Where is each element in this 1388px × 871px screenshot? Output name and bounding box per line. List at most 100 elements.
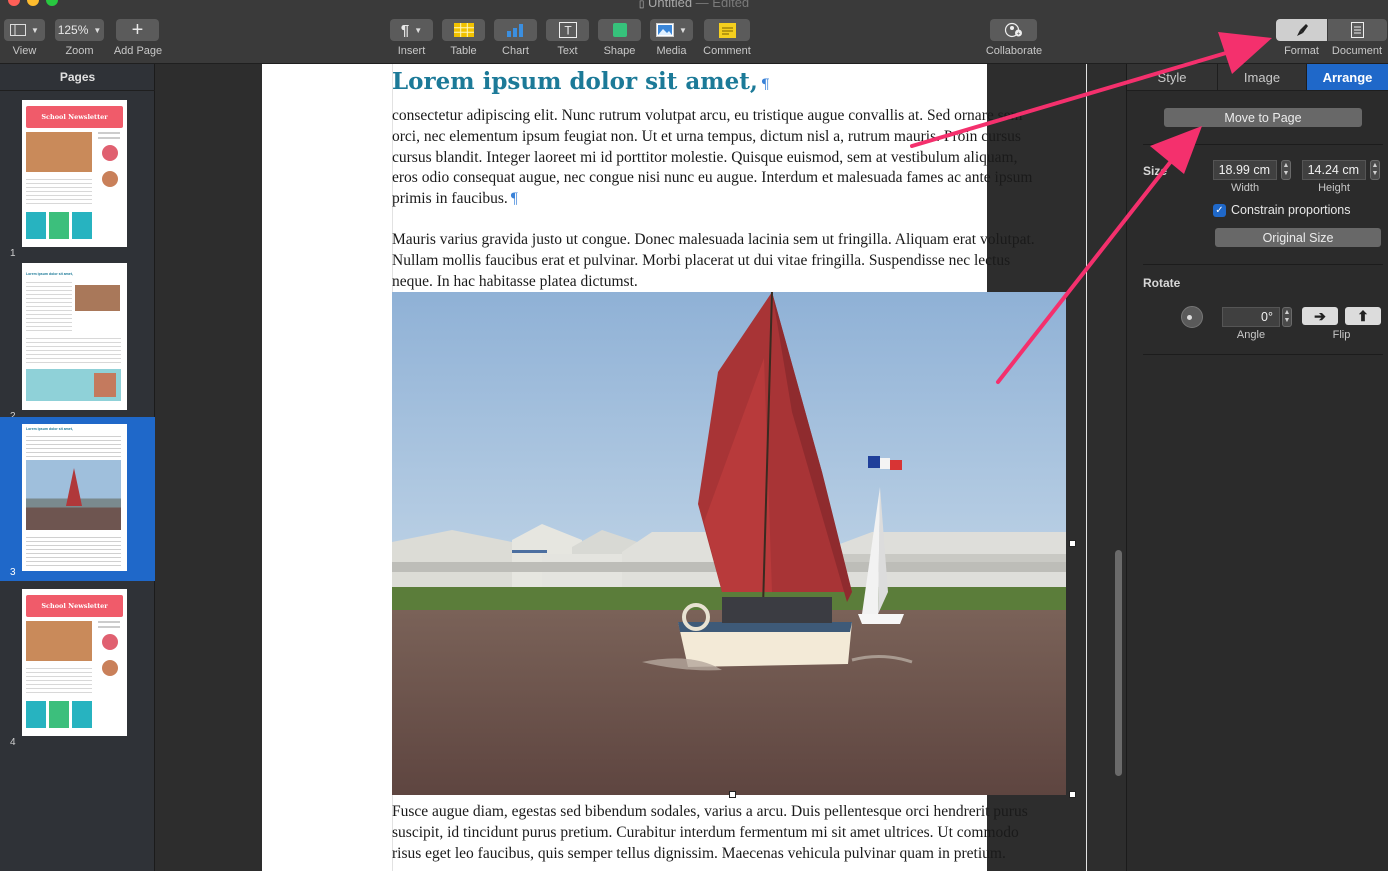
tab-image[interactable]: Image — [1218, 64, 1307, 91]
paragraph-line: Nullam mollis faucibus erat et pulvinar.… — [392, 251, 1011, 269]
height-stepper[interactable]: ▲ ▼ — [1370, 160, 1380, 180]
image-resize-handle[interactable] — [729, 791, 736, 798]
document-icon: ▯ — [638, 0, 645, 10]
flip-horizontal-button[interactable]: ➔ — [1302, 307, 1338, 325]
thumbnail-heading: School Newsletter — [41, 113, 108, 121]
shape-icon — [612, 23, 627, 37]
page-4-preview: School Newsletter — [22, 589, 127, 736]
sailboat-image[interactable] — [392, 292, 1066, 795]
thumbnail-heading: Lorem ipsum dolor sit amet, — [26, 427, 73, 431]
thumbnail-heading: Lorem ipsum dolor sit amet, — [26, 272, 73, 276]
width-stepper[interactable]: ▲ ▼ — [1281, 160, 1291, 180]
checkmark-icon: ✓ — [1215, 205, 1224, 216]
sidebar-title: Pages — [59, 70, 96, 84]
constrain-proportions-checkbox[interactable]: ✓ — [1213, 204, 1226, 217]
info-tile — [26, 701, 46, 728]
text-lines — [26, 176, 92, 206]
pages-app-window: ▯ Untitled — Edited ▼ View 125% ▼ Zoom +… — [0, 0, 1388, 871]
insert-button[interactable]: ¶ ▼ — [390, 19, 433, 41]
document-canvas[interactable]: Lorem ipsum dolor sit amet, ¶ consectetur… — [155, 64, 1126, 871]
chevron-down-icon: ▼ — [31, 25, 39, 35]
height-value: 14.24 cm — [1307, 163, 1359, 177]
page-1-preview: School Newsletter — [22, 100, 127, 247]
paragraph-1[interactable]: consectetur adipiscing elit. Nunc rutrum… — [392, 106, 1082, 210]
document-icon — [1351, 22, 1364, 38]
text-lines — [26, 335, 121, 365]
width-value: 18.99 cm — [1218, 163, 1270, 177]
text-button[interactable]: T — [546, 19, 589, 41]
tab-arrange[interactable]: Arrange — [1307, 64, 1388, 91]
document-page[interactable]: Lorem ipsum dolor sit amet, ¶ consectetur… — [262, 64, 1087, 871]
page-thumbnail-1[interactable]: School Newsletter 1 — [0, 97, 155, 261]
page-number: 4 — [10, 737, 16, 748]
paragraph-line: suscipit, id tincidunt purus pretium. Cu… — [392, 823, 1019, 841]
chart-button[interactable] — [494, 19, 537, 41]
angle-stepper[interactable]: ▲ ▼ — [1282, 307, 1292, 327]
add-page-button[interactable]: + — [116, 19, 159, 41]
height-field[interactable]: 14.24 cm — [1302, 160, 1366, 180]
plus-icon: + — [131, 19, 144, 41]
page-2-preview: Lorem ipsum dolor sit amet, — [22, 263, 127, 410]
table-button[interactable] — [442, 19, 485, 41]
image-resize-handle[interactable] — [1069, 791, 1076, 798]
insert-label: Insert — [397, 45, 426, 57]
paragraph-line: cursus blandit. Integer laoreet mi id po… — [392, 148, 1018, 166]
paragraph-2[interactable]: Mauris varius gravida justo ut congue. D… — [392, 230, 1082, 292]
page-number: 3 — [10, 567, 16, 578]
page-thumbnail-4[interactable]: School Newsletter 4 — [0, 586, 155, 750]
size-label: Size — [1143, 164, 1168, 178]
original-size-button[interactable]: Original Size — [1215, 228, 1381, 247]
page-3-preview: Lorem ipsum dolor sit amet, — [22, 424, 127, 571]
svg-text:T: T — [564, 24, 572, 38]
pilcrow-icon: ¶ — [510, 190, 518, 208]
sidebar-text-block — [98, 621, 122, 691]
document-heading[interactable]: Lorem ipsum dolor sit amet, ¶ — [392, 68, 770, 95]
flip-vertical-button[interactable]: ⬆ — [1345, 307, 1381, 325]
text-lines — [26, 433, 121, 459]
sailboat-picture — [392, 292, 1066, 795]
move-to-page-button[interactable]: Move to Page — [1164, 108, 1362, 127]
shape-button[interactable] — [598, 19, 641, 41]
pilcrow-icon: ¶ — [760, 77, 770, 93]
width-field[interactable]: 18.99 cm — [1213, 160, 1277, 180]
page-thumbnail-3[interactable]: Lorem ipsum dolor sit amet, 3 — [0, 417, 155, 581]
tab-style[interactable]: Style — [1127, 64, 1218, 91]
window-title-name: Untitled — [647, 0, 693, 10]
format-button[interactable] — [1276, 19, 1327, 41]
collaborate-icon: + — [1004, 22, 1022, 38]
knob-indicator — [1187, 315, 1192, 320]
page-thumbnail-2[interactable]: Lorem ipsum dolor sit amet, 2 — [0, 260, 155, 424]
page-thumbnails-sidebar: Pages School Newsletter 1 Lorem ipsum do… — [0, 64, 155, 871]
zoom-select[interactable]: 125% ▼ — [55, 19, 104, 41]
info-tile — [49, 701, 69, 728]
rotate-title: Rotate — [1143, 276, 1181, 290]
comment-label: Comment — [703, 45, 751, 57]
original-size-label: Original Size — [1262, 230, 1334, 245]
pilcrow-icon: ¶ — [400, 21, 410, 39]
document-button[interactable] — [1328, 19, 1387, 41]
text-label: Text — [557, 45, 578, 57]
zoom-value: 125% — [57, 23, 89, 37]
paragraph-line: orci, nec elementum ipsum feugiat non. U… — [392, 127, 1021, 145]
toolbar: ▯ Untitled — Edited ▼ View 125% ▼ Zoom +… — [0, 0, 1388, 64]
tab-label: Image — [1243, 69, 1281, 85]
collaborate-button[interactable]: + — [990, 19, 1037, 41]
divider — [1143, 354, 1383, 355]
height-label: Height — [1318, 182, 1350, 194]
angle-field[interactable]: 0° — [1222, 307, 1280, 327]
rotate-knob[interactable] — [1181, 306, 1203, 328]
image-resize-handle[interactable] — [1069, 540, 1076, 547]
view-button[interactable]: ▼ — [4, 19, 45, 41]
chart-icon — [506, 24, 523, 37]
vertical-scrollbar[interactable] — [1115, 550, 1122, 776]
window-title-status: Edited — [712, 0, 750, 10]
chevron-down-icon: ▼ — [414, 25, 423, 35]
paragraph-3[interactable]: Fusce augue diam, egestas sed bibendum s… — [392, 802, 1082, 864]
arrow-right-icon: ➔ — [1314, 307, 1326, 324]
add-page-label: Add Page — [113, 45, 163, 57]
info-tile — [26, 212, 46, 239]
comment-button[interactable] — [704, 19, 750, 41]
children-photo — [26, 621, 92, 661]
media-button[interactable]: ▼ — [650, 19, 693, 41]
photo — [75, 285, 120, 311]
